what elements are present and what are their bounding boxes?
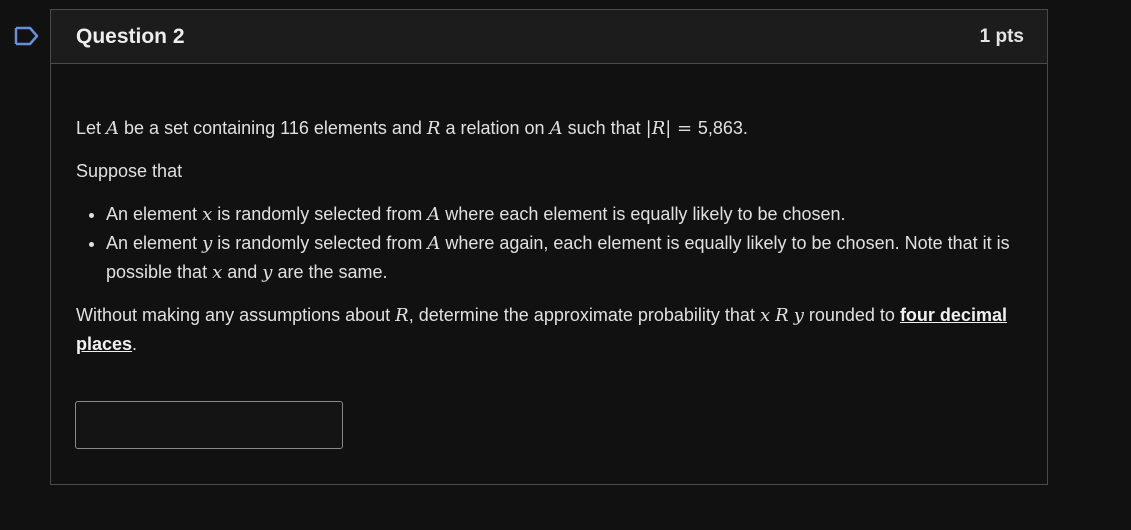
text: is randomly selected from	[212, 204, 428, 224]
question-title: Question 2	[76, 24, 185, 48]
condition-list: An element x is randomly selected from A…	[76, 200, 1022, 287]
list-item: An element y is randomly selected from A…	[106, 229, 1022, 287]
text: rounded to	[803, 305, 900, 325]
list-item: An element x is randomly selected from A…	[106, 200, 1022, 229]
question-paragraph-1: Let A be a set containing 116 elements a…	[76, 114, 1022, 143]
question-paragraph-2: Suppose that	[76, 161, 183, 181]
math-var-relation: R	[775, 305, 789, 326]
question-body: Let A be a set containing 116 elements a…	[51, 64, 1047, 359]
text: a relation on	[440, 118, 550, 138]
math-var: y	[793, 305, 804, 326]
math-var-set: A	[549, 118, 563, 139]
math-var: y	[202, 233, 213, 254]
math-var-relation: R	[426, 118, 441, 139]
math-cardinality: |R|	[645, 118, 672, 139]
question-points: 1 pts	[979, 25, 1024, 47]
text: Let	[76, 118, 107, 138]
math-var: x	[759, 305, 771, 326]
math-var: x	[212, 262, 223, 283]
text: An element	[106, 204, 203, 224]
text: An element	[106, 233, 203, 253]
text: and	[222, 262, 263, 282]
math-var-set: A	[427, 204, 441, 225]
text: such that	[562, 118, 646, 138]
question-header: Question 2 1 pts	[51, 10, 1047, 64]
text: is randomly selected from	[212, 233, 428, 253]
text: Without making any assumptions about	[76, 305, 396, 325]
flag-question-button[interactable]	[13, 25, 39, 47]
math-var-relation: R	[395, 305, 409, 326]
bookmark-flag-icon	[14, 26, 39, 46]
text: be a set containing 116 elements and	[119, 118, 427, 138]
text: 5,863.	[697, 118, 748, 138]
math-var-set: A	[427, 233, 441, 254]
text: are the same.	[272, 262, 388, 282]
answer-input[interactable]	[75, 401, 343, 449]
text: .	[132, 334, 138, 354]
math-var-set: A	[106, 118, 120, 139]
text: where each element is equally likely to …	[440, 204, 846, 224]
question-card: Question 2 1 pts Let A be a set containi…	[50, 9, 1048, 485]
math-var: y	[262, 262, 273, 283]
math-var: x	[202, 204, 213, 225]
text: , determine the approximate probability …	[408, 305, 760, 325]
question-paragraph-3: Without making any assumptions about R, …	[76, 301, 1022, 359]
math-equals: =	[671, 118, 698, 139]
